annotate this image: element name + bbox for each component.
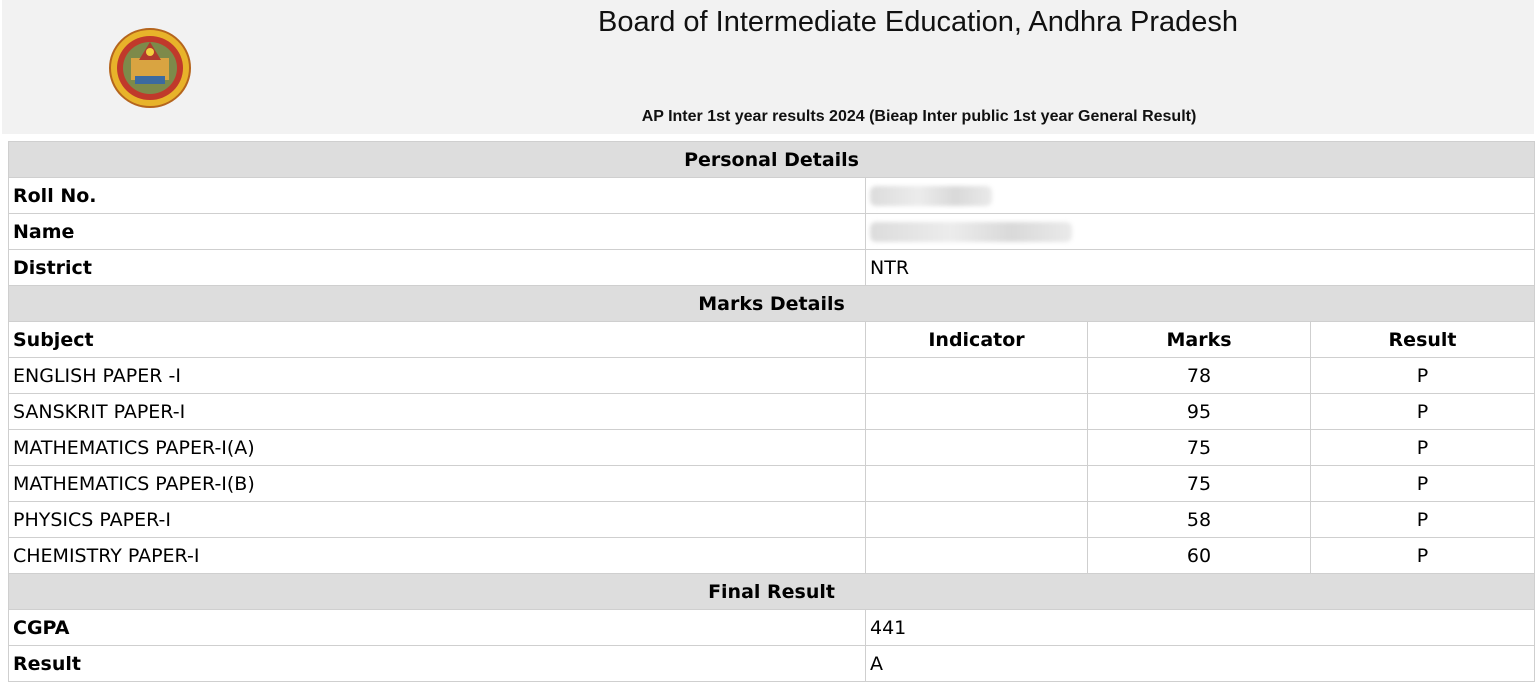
section-title: Final Result [7,573,1536,610]
result-column-header: Result [1309,321,1536,358]
indicator-cell [865,393,1088,430]
roll-no-row: Roll No. [8,177,1536,214]
table-row: SANSKRIT PAPER-I 95 P [8,393,1536,430]
district-row: District NTR [8,249,1536,286]
subject-cell: MATHEMATICS PAPER-I(B) [8,465,866,502]
district-value: NTR [864,249,1536,286]
final-result-row: Result A [8,645,1536,682]
result-cell: P [1309,465,1536,502]
subject-cell: ENGLISH PAPER -I [8,357,866,394]
section-title: Personal Details [7,141,1536,178]
marks-cell: 75 [1087,429,1311,466]
cgpa-row: CGPA 441 [8,609,1536,646]
indicator-cell [865,537,1088,574]
result-label: Result [8,645,866,682]
final-result-header: Final Result [7,573,1536,610]
marks-cell: 60 [1087,537,1311,574]
indicator-column-header: Indicator [865,321,1088,358]
marks-cell: 58 [1087,501,1311,538]
name-value-redacted [864,213,1536,250]
table-row: CHEMISTRY PAPER-I 60 P [8,537,1536,574]
section-title: Marks Details [7,285,1536,322]
subject-column-header: Subject [8,321,866,358]
table-row: MATHEMATICS PAPER-I(B) 75 P [8,465,1536,502]
table-row: ENGLISH PAPER -I 78 P [8,357,1536,394]
subject-cell: MATHEMATICS PAPER-I(A) [8,429,866,466]
results-table: Personal Details Roll No. Name District … [7,141,1536,682]
subject-cell: PHYSICS PAPER-I [8,501,866,538]
board-emblem-logo [109,28,191,108]
marks-cell: 95 [1087,393,1311,430]
result-cell: P [1309,501,1536,538]
result-cell: P [1309,537,1536,574]
marks-column-headers: Subject Indicator Marks Result [8,321,1536,358]
indicator-cell [865,501,1088,538]
redaction-blur [870,186,992,206]
subject-cell: CHEMISTRY PAPER-I [8,537,866,574]
indicator-cell [865,429,1088,466]
table-row: MATHEMATICS PAPER-I(A) 75 P [8,429,1536,466]
cgpa-label: CGPA [8,609,866,646]
cgpa-value: 441 [864,609,1536,646]
result-value: A [864,645,1536,682]
subject-cell: SANSKRIT PAPER-I [8,393,866,430]
table-row: PHYSICS PAPER-I 58 P [8,501,1536,538]
indicator-cell [865,465,1088,502]
redaction-blur [870,222,1072,242]
personal-details-header: Personal Details [7,141,1536,178]
roll-no-label: Roll No. [8,177,866,214]
marks-cell: 78 [1087,357,1311,394]
marks-cell: 75 [1087,465,1311,502]
board-title: Board of Intermediate Education, Andhra … [597,6,1239,38]
district-label: District [8,249,866,286]
name-label: Name [8,213,866,250]
roll-no-value-redacted [864,177,1536,214]
results-subtitle: AP Inter 1st year results 2024 (Bieap In… [641,108,1197,125]
result-cell: P [1309,357,1536,394]
marks-column-header: Marks [1087,321,1311,358]
result-cell: P [1309,429,1536,466]
result-cell: P [1309,393,1536,430]
name-row: Name [8,213,1536,250]
indicator-cell [865,357,1088,394]
page-header: Board of Intermediate Education, Andhra … [2,0,1534,134]
marks-details-header: Marks Details [7,285,1536,322]
